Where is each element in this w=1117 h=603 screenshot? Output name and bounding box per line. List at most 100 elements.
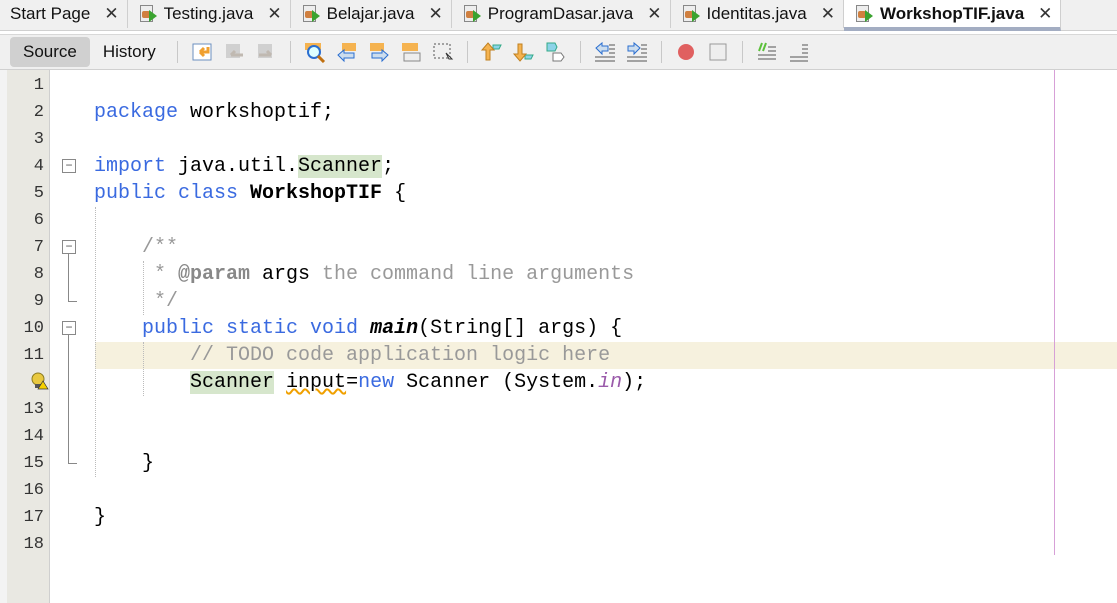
right-margin-line [1054,70,1055,555]
back-icon[interactable] [223,41,245,63]
separator [579,41,581,63]
code-token: Scanner [298,155,383,178]
code-token: package [94,101,191,124]
code-token: the command line arguments [322,263,635,286]
forward-icon[interactable] [255,41,277,63]
tab-label: Testing.java [163,4,254,23]
code-line: * @param args the command line arguments [94,261,634,288]
code-token: (String[] args) { [418,317,623,340]
editor-toolbar: Source History [0,34,1117,70]
tab-label: Identitas.java [706,4,807,23]
line-number: 1 [33,76,44,95]
java-file-icon [462,4,482,24]
code-token: Scanner [190,371,275,394]
separator [660,41,662,63]
tab-start-page[interactable]: Start Page ✕ [0,0,128,28]
previous-bookmark-icon[interactable] [480,41,503,63]
warning-hint-icon[interactable] [31,372,49,390]
close-icon[interactable]: ✕ [647,4,661,24]
code-token: /** [94,236,179,259]
comment-icon[interactable] [756,41,778,63]
fold-toggle-icon[interactable]: − [62,240,76,254]
tab-belajar-java[interactable]: Belajar.java ✕ [291,0,452,28]
start-macro-recording-icon[interactable] [675,41,697,63]
code-token: @param [178,263,251,286]
toggle-highlight-icon[interactable] [400,41,422,63]
code-line: /** [94,234,178,261]
code-line: public static void main(String[] args) { [94,315,622,342]
shift-left-icon[interactable] [594,41,616,63]
code-token: ; [382,155,395,178]
line-number: 17 [23,508,44,527]
code-token: workshoptif; [190,101,335,124]
tab-testing-java[interactable]: Testing.java ✕ [128,0,291,28]
close-icon[interactable]: ✕ [429,4,443,24]
last-edit-icon[interactable] [191,41,213,63]
java-file-icon [681,4,701,24]
next-bookmark-icon[interactable] [512,41,535,63]
line-number: 9 [33,292,44,311]
fold-range-line [68,335,77,464]
rectangular-selection-icon[interactable] [432,41,454,63]
code-line: import java.util.Scanner; [94,153,394,180]
tab-label: ProgramDasar.java [487,4,634,23]
stop-macro-recording-icon[interactable] [707,41,729,63]
editor-tabs: Start Page ✕ Testing.java ✕ Belajar.java ✕ Pro… [0,0,1117,31]
code-token: { [382,182,407,205]
close-icon[interactable]: ✕ [267,4,281,24]
line-number: 8 [33,265,44,284]
code-token: import [94,155,179,178]
close-icon[interactable]: ✕ [821,4,835,24]
java-file-icon [138,4,158,24]
tab-identitas-java[interactable]: Identitas.java ✕ [671,0,844,28]
line-number: 7 [33,238,44,257]
line-number: 11 [23,346,44,365]
code-token: in [598,371,623,394]
line-number: 15 [23,454,44,473]
line-number: 2 [33,103,44,122]
close-icon[interactable]: ✕ [104,4,118,24]
code-token: */ [94,290,179,313]
find-icon[interactable] [304,41,326,64]
code-line: public class WorkshopTIF { [94,180,406,207]
tab-label: Start Page [10,4,91,23]
find-next-icon[interactable] [368,41,390,63]
tab-programdasar-java[interactable]: ProgramDasar.java ✕ [452,0,671,28]
code-token: public class [94,182,251,205]
indent-guide [143,261,144,315]
separator [289,41,291,63]
code-editor[interactable]: package workshoptif; import java.util.Sca… [50,70,1117,603]
code-token: // TODO code application logic here [94,344,611,367]
code-line: package workshoptif; [94,99,334,126]
shift-right-icon[interactable] [626,41,648,63]
uncomment-icon[interactable] [788,41,810,63]
tab-label: WorkshopTIF.java [879,3,1025,23]
source-tab[interactable]: Source [10,37,90,67]
java-file-icon [854,4,874,24]
code-token: new [358,371,407,394]
code-token: ); [622,371,647,394]
line-number: 5 [33,184,44,203]
indent-guide [143,342,144,396]
code-token: } [94,506,107,529]
line-number: 6 [33,211,44,230]
line-number: 14 [23,427,44,446]
fold-toggle-icon[interactable]: − [62,159,76,173]
fold-toggle-icon[interactable]: − [62,321,76,335]
code-token: } [94,452,155,475]
code-token: input [286,371,347,394]
tab-label: Belajar.java [326,4,415,23]
line-number: 18 [23,535,44,554]
fold-range-line [68,254,77,302]
find-previous-icon[interactable] [336,41,358,63]
close-icon[interactable]: ✕ [1038,4,1052,24]
history-tab[interactable]: History [90,37,169,67]
code-line: // TODO code application logic here [94,342,610,369]
toggle-bookmark-icon[interactable] [545,41,567,63]
separator [741,41,743,63]
code-line: Scanner input=new Scanner (System.in); [94,369,646,396]
tab-workshoptif-java[interactable]: WorkshopTIF.java ✕ [843,0,1062,31]
line-number: 13 [23,400,44,419]
